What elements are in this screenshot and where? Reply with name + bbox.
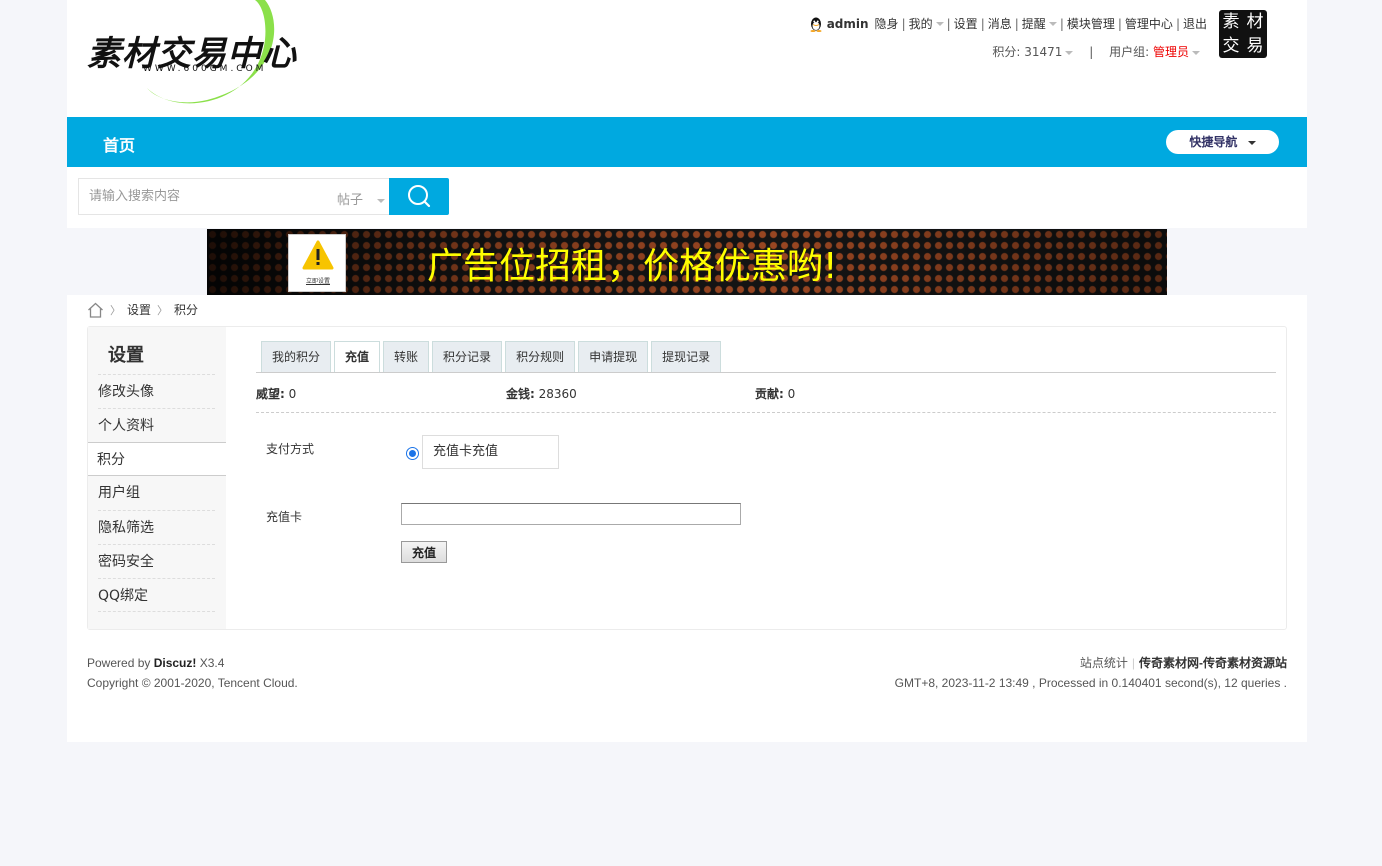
invisible-link[interactable]: 隐身 <box>875 15 899 32</box>
chevron-right-icon: 〉 <box>110 303 121 317</box>
discuz-link[interactable]: Discuz! <box>154 656 197 670</box>
tab-credit-rules[interactable]: 积分规则 <box>505 341 576 372</box>
search-type-select[interactable]: 帖子 <box>337 189 386 208</box>
main-content: 〉 设置 〉 积分 设置 修改头像 个人资料 积分 用户组 隐私筛选 密码安全 … <box>67 295 1307 742</box>
card-label: 充值卡 <box>266 510 303 524</box>
main-nav: 首页 快捷导航 <box>67 117 1307 167</box>
footer-left: Powered by Discuz! X3.4 Copyright © 2001… <box>87 653 298 693</box>
breadcrumb-settings[interactable]: 设置 <box>127 301 151 318</box>
sidebar-item-privacy[interactable]: 隐私筛选 <box>98 510 215 544</box>
quick-nav-button[interactable]: 快捷导航 <box>1166 130 1279 154</box>
site-header: 素材交易中心 WWW.600GM.COM admin 隐身 | 我的 | 设置 … <box>67 0 1307 117</box>
pay-method-radio[interactable] <box>406 447 419 460</box>
logo-url: WWW.600GM.COM <box>143 64 267 74</box>
notifications-link[interactable]: 提醒 <box>1022 15 1046 32</box>
site-stats-link[interactable]: 站点统计 <box>1080 656 1128 670</box>
footer-right: 站点统计 | 传奇素材网-传奇素材资源站 GMT+8, 2023-11-2 13:4… <box>895 653 1287 693</box>
mini-logo[interactable]: 素 材 交 易 <box>1219 10 1267 58</box>
settings-sidebar: 设置 修改头像 个人资料 积分 用户组 隐私筛选 密码安全 QQ绑定 <box>88 327 226 629</box>
breadcrumb: 〉 设置 〉 积分 <box>87 301 198 318</box>
sidebar-title: 设置 <box>108 345 144 366</box>
search-button[interactable] <box>389 178 449 215</box>
site-logo[interactable]: 素材交易中心 WWW.600GM.COM <box>87 0 337 110</box>
chevron-down-icon <box>377 198 386 203</box>
chevron-right-icon: 〉 <box>157 303 169 317</box>
user-group-label: 用户组: <box>1109 45 1150 59</box>
recharge-button[interactable]: 充值 <box>401 541 447 563</box>
pay-option-card[interactable]: 充值卡充值 <box>422 435 559 469</box>
search-box: 帖子 <box>78 178 390 215</box>
tab-withdraw-log[interactable]: 提现记录 <box>651 341 722 372</box>
chevron-down-icon <box>1192 50 1200 55</box>
tab-my-credits[interactable]: 我的积分 <box>261 341 332 372</box>
home-icon[interactable] <box>87 302 104 318</box>
ad-settings-box[interactable]: 立即设置 <box>288 234 346 292</box>
chevron-down-icon <box>1065 50 1074 55</box>
ad-banner-text: 广告位招租，价格优惠哟! <box>427 246 838 287</box>
tab-transfer[interactable]: 转账 <box>383 341 430 372</box>
nav-home-link[interactable]: 首页 <box>103 132 135 156</box>
username-link[interactable]: admin <box>827 17 869 31</box>
sidebar-item-avatar[interactable]: 修改头像 <box>98 374 215 408</box>
site-name-link[interactable]: 传奇素材网-传奇素材资源站 <box>1139 656 1287 670</box>
admin-center-link[interactable]: 管理中心 <box>1125 15 1173 32</box>
sidebar-item-profile[interactable]: 个人资料 <box>98 408 215 442</box>
search-bar: 帖子 <box>67 167 1307 228</box>
tab-credit-log[interactable]: 积分记录 <box>432 341 503 372</box>
logout-link[interactable]: 退出 <box>1183 15 1207 32</box>
messages-link[interactable]: 消息 <box>988 15 1012 32</box>
sidebar-item-qq[interactable]: QQ绑定 <box>98 578 215 612</box>
stat-prestige: 威望: 0 <box>256 387 297 401</box>
breadcrumb-credits: 积分 <box>174 303 199 317</box>
chevron-down-icon <box>1247 140 1256 145</box>
credits-link[interactable]: 积分: 31471 <box>992 45 1062 59</box>
copyright-text: Copyright © 2001-2020, Tencent Cloud. <box>87 676 298 690</box>
card-input[interactable] <box>401 503 741 525</box>
qq-penguin-icon <box>810 17 822 32</box>
module-manage-link[interactable]: 模块管理 <box>1067 15 1115 32</box>
my-menu-link[interactable]: 我的 <box>909 15 933 32</box>
warning-icon <box>302 240 334 270</box>
sidebar-item-credits[interactable]: 积分 <box>88 442 226 476</box>
chevron-down-icon <box>935 21 944 26</box>
ad-banner[interactable]: 立即设置 广告位招租，价格优惠哟! <box>207 229 1167 295</box>
sidebar-item-usergroup[interactable]: 用户组 <box>98 476 215 510</box>
search-input[interactable] <box>79 179 319 214</box>
user-group-link[interactable]: 管理员 <box>1153 45 1189 59</box>
ad-settings-label: 立即设置 <box>305 278 330 285</box>
credit-tabs: 我的积分 充值 转账 积分记录 积分规则 申请提现 提现记录 <box>261 341 724 373</box>
stat-contribution: 贡献: 0 <box>755 387 796 401</box>
tab-recharge[interactable]: 充值 <box>334 341 381 373</box>
tab-withdraw-apply[interactable]: 申请提现 <box>578 341 649 372</box>
user-toolbar: admin 隐身 | 我的 | 设置 | 消息 | 提醒 | 模块管理 | 管理… <box>809 15 1207 32</box>
settings-link[interactable]: 设置 <box>954 15 978 32</box>
settings-panel: 设置 修改头像 个人资料 积分 用户组 隐私筛选 密码安全 QQ绑定 我的积分 … <box>87 326 1287 630</box>
user-status: 积分: 31471 | 用户组: 管理员 <box>992 43 1200 60</box>
process-info: GMT+8, 2023-11-2 13:49 , Processed in 0.… <box>894 676 1287 690</box>
pay-method-label: 支付方式 <box>266 442 315 456</box>
chevron-down-icon <box>1048 21 1057 26</box>
stat-money: 金钱: 28360 <box>506 387 577 401</box>
sidebar-item-password[interactable]: 密码安全 <box>98 544 215 578</box>
search-icon <box>408 185 431 208</box>
